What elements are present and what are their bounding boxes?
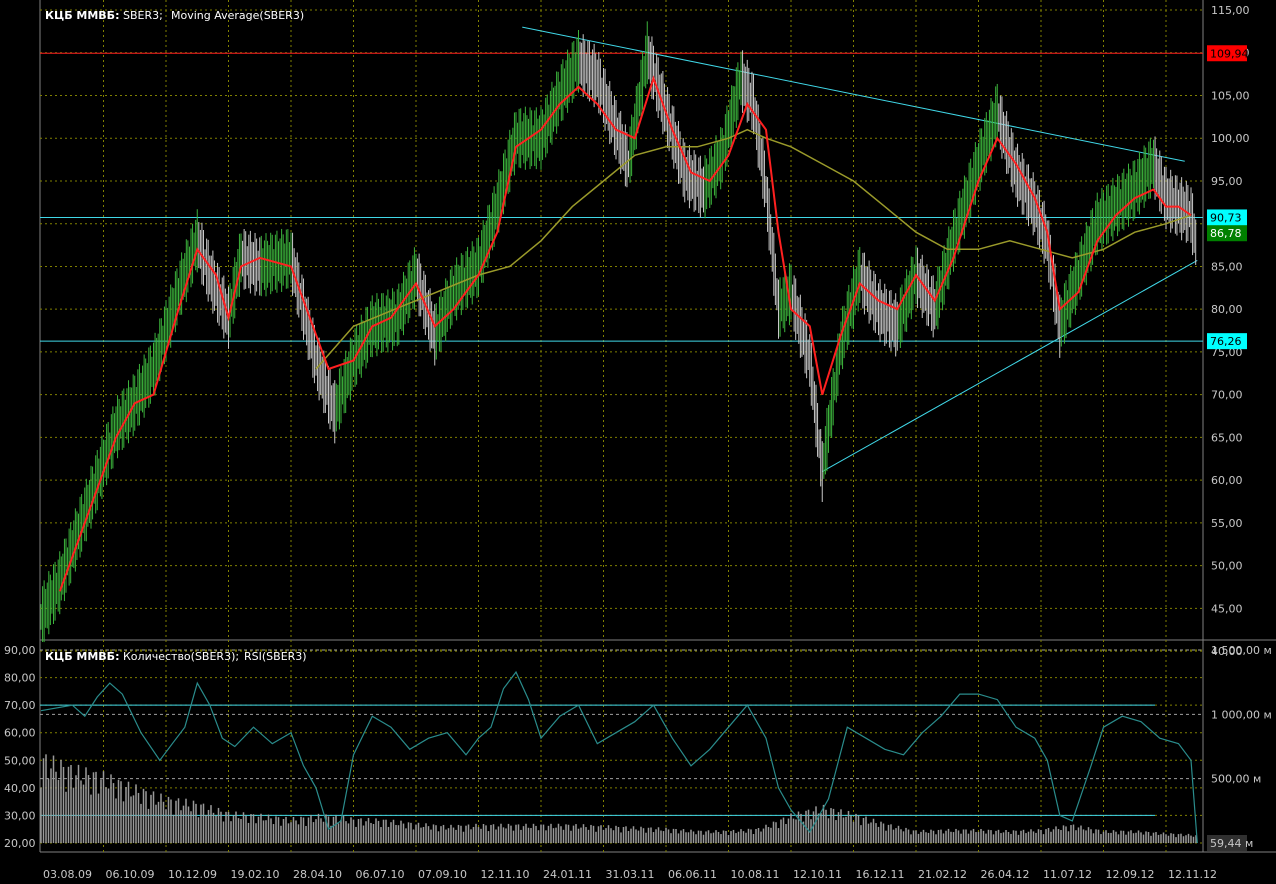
upper-support-badge: 90,73	[1210, 211, 1242, 224]
top-legend-prefix: КЦБ ММВБ:	[45, 9, 119, 22]
x-tick-label: 21.02.12	[918, 868, 967, 881]
y-tick-label: 70,00	[1211, 389, 1243, 402]
x-tick-label: 16.12.11	[856, 868, 905, 881]
bottom-panel-legend: КЦБ ММВБ: Количество(SBER3); RSI(SBER3)	[45, 650, 307, 663]
lower-support-badge: 76,26	[1210, 335, 1242, 348]
rsi-line	[40, 670, 1198, 844]
volume-tick-label: 1 000,00 м	[1211, 708, 1272, 721]
x-tick-label: 10.12.09	[168, 868, 217, 881]
rsi-tick-label: 40,00	[4, 782, 36, 795]
volume-tick-label: 1 500,00 м	[1211, 644, 1272, 657]
x-tick-label: 31.03.11	[606, 868, 655, 881]
x-tick-label: 06.10.09	[106, 868, 155, 881]
rsi-tick-label: 20,00	[4, 837, 36, 850]
x-tick-label: 07.09.10	[418, 868, 467, 881]
price-series	[40, 21, 1197, 643]
price-badges: 109,94 90,73 86,78 76,26 59,44 м	[1207, 45, 1253, 851]
chart-canvas: 03.08.09 06.10.09 10.12.09 19.02.10 28.04.10…	[4, 0, 1276, 881]
x-tick-label: 10.08.11	[731, 868, 780, 881]
x-tick-label: 12.09.12	[1106, 868, 1155, 881]
x-tick-label: 12.10.11	[793, 868, 842, 881]
x-tick-label: 24.01.11	[543, 868, 592, 881]
x-tick-label: 19.02.10	[231, 868, 280, 881]
x-tick-label: 28.04.10	[293, 868, 342, 881]
bottom-legend-series1: Количество(SBER3);	[123, 650, 239, 663]
axis-ticks: 03.08.09 06.10.09 10.12.09 19.02.10 28.04.10…	[4, 4, 1272, 881]
top-panel-legend: КЦБ ММВБ: SBER3; Moving Average(SBER3)	[45, 9, 304, 22]
x-tick-label: 12.11.10	[481, 868, 530, 881]
indicator-series	[40, 670, 1198, 844]
last-volume-badge: 59,44 м	[1210, 837, 1253, 850]
y-tick-label: 65,00	[1211, 431, 1243, 444]
rsi-tick-label: 50,00	[4, 754, 36, 767]
rsi-tick-label: 60,00	[4, 727, 36, 740]
x-tick-label: 26.04.12	[981, 868, 1030, 881]
y-tick-label: 60,00	[1211, 474, 1243, 487]
top-legend-series1: SBER3;	[123, 9, 163, 22]
bottom-legend-series2: RSI(SBER3)	[244, 650, 307, 663]
y-tick-label: 100,00	[1211, 132, 1250, 145]
x-tick-label: 06.06.11	[668, 868, 717, 881]
resistance-badge: 109,94	[1210, 47, 1249, 60]
y-tick-label: 95,00	[1211, 175, 1243, 188]
grid	[39, 0, 1276, 853]
y-tick-label: 45,00	[1211, 602, 1243, 615]
x-tick-label: 11.07.12	[1043, 868, 1092, 881]
y-tick-label: 115,00	[1211, 4, 1250, 17]
top-legend-series2: Moving Average(SBER3)	[171, 9, 304, 22]
y-tick-label: 85,00	[1211, 260, 1243, 273]
rsi-tick-label: 90,00	[4, 644, 36, 657]
y-tick-label: 80,00	[1211, 303, 1243, 316]
guide-lines	[40, 26, 1203, 816]
rsi-tick-label: 70,00	[4, 699, 36, 712]
chart-window: 03.08.09 06.10.09 10.12.09 19.02.10 28.04.10…	[0, 0, 1276, 884]
x-tick-label: 12.11.12	[1168, 868, 1217, 881]
rsi-tick-label: 30,00	[4, 809, 36, 822]
y-tick-label: 55,00	[1211, 517, 1243, 530]
y-tick-label: 105,00	[1211, 89, 1250, 102]
last-price-badge: 86,78	[1210, 227, 1242, 240]
bottom-legend-prefix: КЦБ ММВБ:	[45, 650, 119, 663]
x-tick-label: 06.07.10	[356, 868, 405, 881]
rsi-tick-label: 80,00	[4, 672, 36, 685]
y-tick-label: 50,00	[1211, 560, 1243, 573]
volume-tick-label: 500,00 м	[1211, 773, 1261, 786]
x-tick-label: 03.08.09	[43, 868, 92, 881]
